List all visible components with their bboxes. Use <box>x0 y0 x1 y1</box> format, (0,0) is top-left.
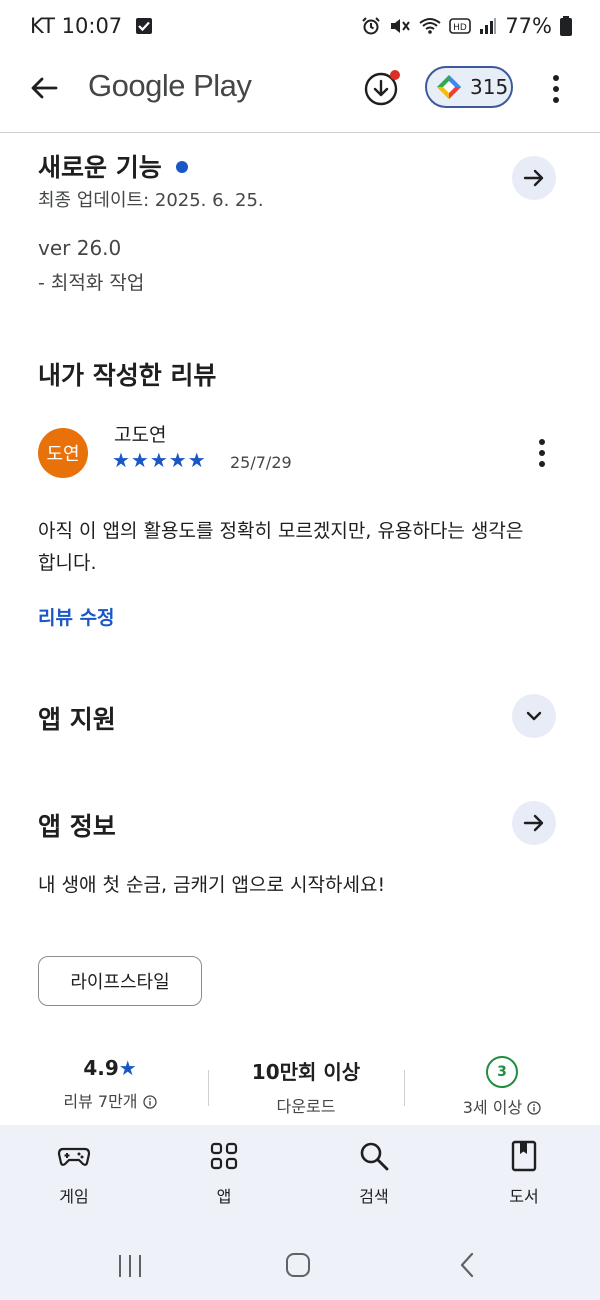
age-rating-label: 3세 이상 <box>462 1098 523 1117</box>
age-rating-stat[interactable]: 3 3세 이상 <box>420 1056 584 1118</box>
arrow-forward-icon <box>523 814 544 832</box>
arrow-forward-icon <box>523 169 544 187</box>
update-note: - 최적화 작업 <box>38 272 145 294</box>
system-navigation-bar <box>0 1235 600 1300</box>
arrow-back-icon <box>31 77 58 99</box>
new-dot-indicator <box>176 161 189 173</box>
nav-item-search[interactable]: 검색 <box>324 1139 424 1207</box>
battery-icon <box>560 16 572 36</box>
last-updated-text: 최종 업데이트: 2025. 6. 25. <box>38 190 264 211</box>
app-info-more-button[interactable] <box>512 801 556 845</box>
svg-text:HD: HD <box>453 23 467 33</box>
app-stats-row: 4.9★ 리뷰 7만개 10만회 이상 다운로드 3 3세 이상 <box>0 1056 600 1120</box>
nav-label-search: 검색 <box>359 1187 389 1206</box>
wifi-icon <box>419 18 441 34</box>
home-icon[interactable] <box>284 1251 312 1279</box>
review-text: 아직 이 앱의 활용도를 정확히 모르겠지만, 유용하다는 생각은 합니다. <box>38 520 524 574</box>
review-count: 리뷰 7만개 <box>63 1092 138 1111</box>
review-stars: ★★★★★ <box>112 448 207 472</box>
mute-icon <box>391 19 411 33</box>
app-support-expand-button[interactable] <box>512 694 556 738</box>
app-info-title: 앱 정보 <box>38 812 116 841</box>
info-icon <box>527 1101 541 1115</box>
search-icon <box>360 1142 389 1171</box>
nav-label-books: 도서 <box>509 1187 539 1206</box>
downloads-stat: 10만회 이상 다운로드 <box>218 1056 394 1117</box>
review-more-button[interactable] <box>532 436 552 474</box>
more-vert-icon <box>553 75 559 103</box>
chevron-down-icon <box>526 711 542 721</box>
status-bar: KT 10:07 HD 77% <box>0 0 600 56</box>
gamepad-icon <box>57 1147 91 1166</box>
status-time: KT 10:07 <box>30 14 153 38</box>
nav-label-games: 게임 <box>59 1187 89 1206</box>
system-back-icon[interactable] <box>456 1251 478 1279</box>
app-description: 내 생애 첫 순금, 금캐기 앱으로 시작하세요! <box>38 874 386 896</box>
review-date: 25/7/29 <box>230 453 292 472</box>
apps-grid-icon <box>210 1142 238 1170</box>
star-icon: ★ <box>118 1056 137 1080</box>
my-review-title: 내가 작성한 리뷰 <box>38 361 217 390</box>
avatar: 도연 <box>38 428 88 478</box>
app-support-title: 앱 지원 <box>38 705 116 734</box>
category-chip[interactable]: 라이프스타일 <box>38 956 202 1006</box>
edit-review-link[interactable]: 리뷰 수정 <box>38 603 115 630</box>
play-points-chip[interactable]: 315 <box>425 66 513 108</box>
bottom-navigation: 게임 앱 검색 도서 <box>0 1125 600 1235</box>
nav-item-games[interactable]: 게임 <box>24 1139 124 1207</box>
downloads-label: 다운로드 <box>276 1097 336 1116</box>
app-title: Google Play <box>88 68 252 103</box>
review-author: 고도연 <box>114 424 167 446</box>
alarm-icon <box>362 17 381 35</box>
checkbox-icon <box>135 18 152 34</box>
status-icons: HD 77% <box>361 14 572 38</box>
nav-item-apps[interactable]: 앱 <box>174 1139 274 1207</box>
signal-icon <box>480 18 497 34</box>
downloads-button[interactable] <box>362 68 402 108</box>
nav-item-books[interactable]: 도서 <box>474 1139 574 1207</box>
version-text: ver 26.0 <box>38 236 122 260</box>
downloads-value: 10만회 이상 <box>251 1060 361 1084</box>
whats-new-more-button[interactable] <box>512 156 556 200</box>
download-icon <box>364 70 400 106</box>
stats-divider <box>404 1070 405 1106</box>
rating-value: 4.9 <box>83 1056 119 1080</box>
points-value: 315 <box>470 75 509 99</box>
stats-divider <box>208 1070 209 1106</box>
age-rating-badge: 3 <box>486 1056 518 1088</box>
rating-stat[interactable]: 4.9★ 리뷰 7만개 <box>30 1056 190 1112</box>
play-points-icon <box>437 75 461 99</box>
nav-label-apps: 앱 <box>216 1187 232 1206</box>
whats-new-title: 새로운 기능 <box>38 148 189 184</box>
recent-apps-icon[interactable] <box>116 1253 144 1279</box>
book-icon <box>511 1140 537 1172</box>
battery-percent: 77% <box>505 14 552 38</box>
more-options-button[interactable] <box>546 72 566 110</box>
hd-icon: HD <box>449 18 472 34</box>
back-button[interactable] <box>28 72 60 108</box>
more-vert-icon <box>539 439 545 467</box>
info-icon <box>142 1095 157 1109</box>
